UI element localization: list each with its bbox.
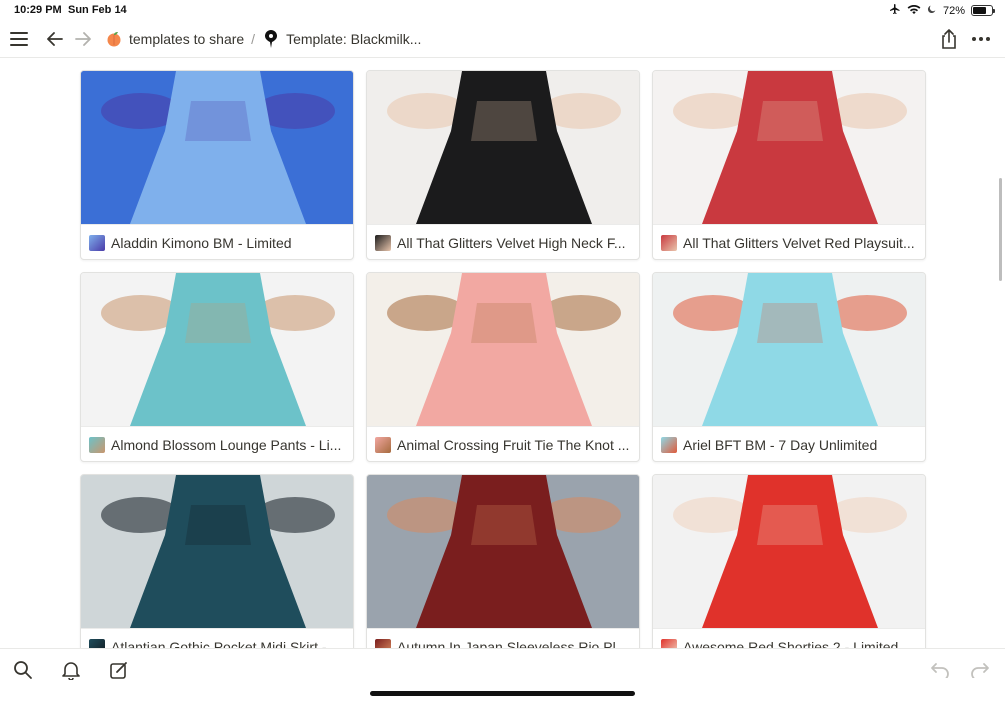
redo-icon[interactable]: [967, 657, 993, 683]
arrow-left-icon[interactable]: [41, 25, 69, 53]
card-title: Animal Crossing Fruit Tie The Knot ...: [397, 436, 630, 453]
card-title: All That Glitters Velvet High Neck F...: [397, 234, 626, 251]
page-icon: [89, 234, 105, 251]
card-caption: Ariel BFT BM - 7 Day Unlimited: [653, 426, 925, 461]
card-caption: All That Glitters Velvet Red Playsuit...: [653, 224, 925, 259]
arrow-right-icon[interactable]: [69, 25, 97, 53]
status-time: 10:29 PM: [14, 4, 62, 16]
card-title: Autumn In Japan Sleeveless Rio Pla...: [397, 638, 631, 649]
breadcrumb-item-page[interactable]: Template: Blackmilk...: [262, 29, 422, 48]
top-nav-bar: templates to share / Template: Blackmilk…: [0, 20, 1005, 58]
home-indicator: [370, 691, 635, 696]
gallery-grid: Aladdin Kimono BM - Limited All That Glit…: [80, 70, 926, 648]
wifi-icon: [907, 4, 921, 18]
card-cover-image: [81, 273, 353, 426]
bell-icon[interactable]: [58, 657, 84, 683]
airplane-icon: [889, 3, 901, 18]
page-icon: [375, 638, 391, 648]
gallery-card[interactable]: Awesome Red Shorties 2 - Limited: [652, 474, 926, 648]
breadcrumb-item-workspace[interactable]: templates to share: [105, 30, 244, 48]
gallery-card[interactable]: Animal Crossing Fruit Tie The Knot ...: [366, 272, 640, 462]
gallery-card[interactable]: Ariel BFT BM - 7 Day Unlimited: [652, 272, 926, 462]
card-caption: Autumn In Japan Sleeveless Rio Pla...: [367, 628, 639, 648]
card-title: Awesome Red Shorties 2 - Limited: [683, 638, 899, 649]
card-title: Almond Blossom Lounge Pants - Li...: [111, 436, 342, 453]
peach-icon: [105, 30, 123, 48]
page-icon: [375, 436, 391, 453]
card-cover-image: [367, 71, 639, 224]
card-caption: Animal Crossing Fruit Tie The Knot ...: [367, 426, 639, 461]
search-icon[interactable]: [10, 657, 36, 683]
card-title: Ariel BFT BM - 7 Day Unlimited: [683, 436, 878, 453]
card-cover-image: [367, 273, 639, 426]
card-caption: All That Glitters Velvet High Neck F...: [367, 224, 639, 259]
breadcrumb-label: Template: Blackmilk...: [286, 30, 422, 47]
gallery-card[interactable]: Almond Blossom Lounge Pants - Li...: [80, 272, 354, 462]
breadcrumb: templates to share / Template: Blackmilk…: [105, 29, 422, 48]
undo-icon[interactable]: [927, 657, 953, 683]
card-cover-image: [81, 71, 353, 224]
gallery-card[interactable]: All That Glitters Velvet Red Playsuit...: [652, 70, 926, 260]
card-caption: Almond Blossom Lounge Pants - Li...: [81, 426, 353, 461]
gallery-card[interactable]: Atlantian Gothic Pocket Midi Skirt -...: [80, 474, 354, 648]
share-icon[interactable]: [935, 25, 963, 53]
compose-icon[interactable]: [106, 657, 132, 683]
card-cover-image: [653, 273, 925, 426]
page-icon: [661, 638, 677, 648]
more-icon[interactable]: [967, 25, 995, 53]
card-title: Aladdin Kimono BM - Limited: [111, 234, 292, 251]
status-indicators: 72%: [889, 3, 995, 18]
status-bar: 10:29 PM Sun Feb 14 72%: [0, 0, 1005, 20]
page-icon: [89, 436, 105, 453]
gallery-view: Aladdin Kimono BM - Limited All That Glit…: [0, 58, 1005, 648]
page-icon: [375, 234, 391, 251]
moon-icon: [927, 4, 937, 17]
page-icon: [89, 638, 105, 648]
card-caption: Atlantian Gothic Pocket Midi Skirt -...: [81, 628, 353, 648]
hamburger-icon[interactable]: [5, 25, 33, 53]
pin-icon: [262, 29, 280, 48]
card-title: All That Glitters Velvet Red Playsuit...: [683, 234, 915, 251]
card-title: Atlantian Gothic Pocket Midi Skirt -...: [111, 638, 339, 649]
card-cover-image: [367, 475, 639, 628]
status-date: Sun Feb 14: [68, 4, 127, 16]
gallery-card[interactable]: Aladdin Kimono BM - Limited: [80, 70, 354, 260]
gallery-card[interactable]: Autumn In Japan Sleeveless Rio Pla...: [366, 474, 640, 648]
card-cover-image: [653, 475, 925, 628]
breadcrumb-separator: /: [251, 30, 256, 47]
scrollbar[interactable]: [999, 178, 1002, 281]
card-caption: Aladdin Kimono BM - Limited: [81, 224, 353, 259]
card-cover-image: [81, 475, 353, 628]
card-caption: Awesome Red Shorties 2 - Limited: [653, 628, 925, 648]
page-icon: [661, 436, 677, 453]
page-icon: [661, 234, 677, 251]
bottom-toolbar: [0, 648, 1005, 702]
battery-percent: 72%: [942, 4, 965, 17]
gallery-card[interactable]: All That Glitters Velvet High Neck F...: [366, 70, 640, 260]
breadcrumb-label: templates to share: [129, 30, 245, 47]
battery-icon: [971, 5, 995, 16]
card-cover-image: [653, 71, 925, 224]
